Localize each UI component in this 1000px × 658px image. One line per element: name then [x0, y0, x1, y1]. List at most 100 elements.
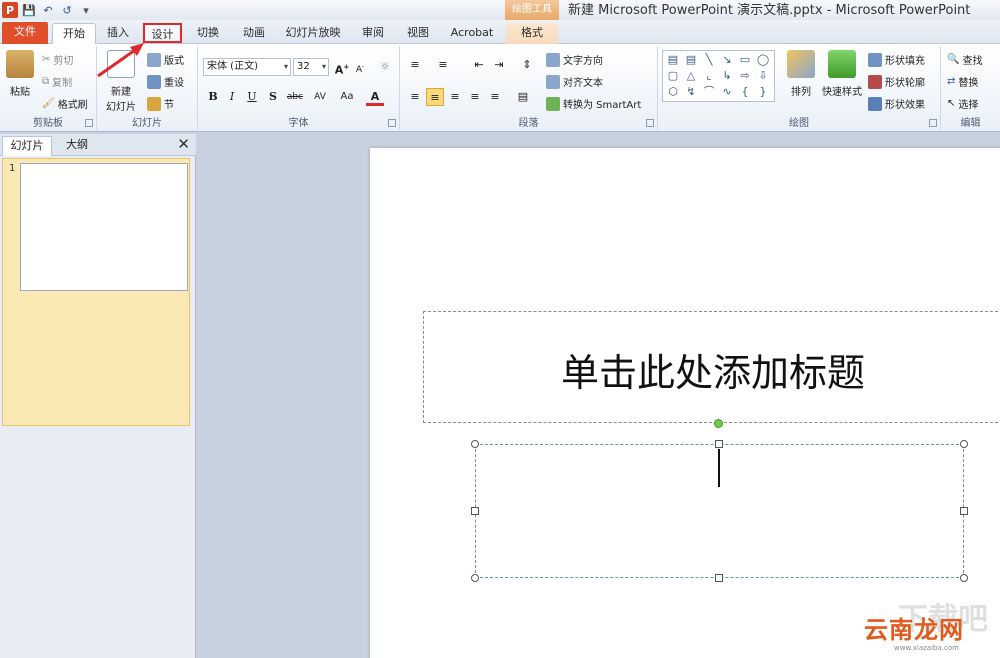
tab-slideshow[interactable]: 幻灯片放映 — [282, 23, 344, 44]
tab-outline[interactable]: 大纲 — [54, 136, 100, 156]
resize-handle-top-left[interactable] — [471, 440, 479, 448]
resize-handle-bottom-right[interactable] — [960, 574, 968, 582]
right-brace-icon[interactable]: } — [755, 85, 771, 99]
customize-qat-icon[interactable]: ▾ — [78, 2, 94, 18]
numbering-icon[interactable]: ≡ — [434, 56, 452, 74]
increase-indent-icon[interactable]: ⇥ — [490, 56, 508, 74]
resize-handle-bottom-left[interactable] — [471, 574, 479, 582]
tab-file[interactable]: 文件 — [2, 22, 48, 44]
shrink-font-icon[interactable]: A- — [351, 58, 369, 76]
triangle-icon[interactable]: △ — [683, 69, 699, 83]
justify-icon[interactable]: ≡ — [466, 88, 484, 106]
align-text-button[interactable]: 对齐文本 — [546, 74, 603, 89]
text-direction-button[interactable]: 文字方向 — [546, 52, 603, 67]
cut-button[interactable]: ✂ 剪切 — [42, 52, 73, 67]
shadow-button[interactable]: S — [264, 88, 282, 106]
left-brace-icon[interactable]: { — [737, 85, 753, 99]
shape-effects-button[interactable]: 形状效果 — [868, 96, 925, 111]
title-placeholder[interactable]: 单击此处添加标题 — [423, 311, 1000, 423]
elbow-connector-icon[interactable]: ⌞ — [701, 69, 717, 83]
find-button[interactable]: 🔍 查找 — [947, 52, 982, 67]
strikethrough-button[interactable]: abc — [284, 88, 306, 106]
align-left-icon[interactable]: ≡ — [406, 88, 424, 106]
bullets-icon[interactable]: ≡ — [406, 56, 424, 74]
font-name-combo[interactable]: 宋体 (正文) ▾ — [203, 58, 291, 76]
tab-view[interactable]: 视图 — [400, 23, 436, 44]
elbow-arrow-icon[interactable]: ↳ — [719, 69, 735, 83]
resize-handle-top-right[interactable] — [960, 440, 968, 448]
undo-icon[interactable]: ↶ — [40, 2, 56, 18]
resize-handle-right[interactable] — [960, 507, 968, 515]
down-arrow-icon[interactable]: ⇩ — [755, 69, 771, 83]
resize-handle-left[interactable] — [471, 507, 479, 515]
copy-label: 复制 — [52, 78, 73, 89]
change-case-button[interactable]: Aa — [336, 88, 358, 106]
tab-slides[interactable]: 幻灯片 — [2, 136, 52, 156]
section-button[interactable]: 节 — [147, 96, 174, 111]
columns-icon[interactable]: ▤ — [514, 88, 532, 106]
grow-font-icon[interactable]: A+ — [333, 58, 351, 77]
bold-button[interactable]: B — [204, 88, 222, 106]
copy-button[interactable]: ⧉ 复制 — [42, 74, 72, 89]
clear-format-icon[interactable]: ☼ — [376, 58, 394, 76]
shape-fill-button[interactable]: 形状填充 — [868, 52, 925, 67]
convert-smartart-button[interactable]: 转换为 SmartArt — [546, 96, 641, 111]
decrease-indent-icon[interactable]: ⇤ — [470, 56, 488, 74]
redo-icon[interactable]: ↺ — [59, 2, 75, 18]
arrange-button[interactable]: 排列 — [784, 50, 818, 98]
paste-button[interactable]: 粘贴 — [6, 50, 34, 98]
tab-design[interactable]: 设计 — [143, 23, 182, 43]
font-size-combo[interactable]: 32 ▾ — [293, 58, 329, 76]
select-button[interactable]: ↖ 选择 — [947, 96, 978, 111]
oval-icon[interactable]: ◯ — [755, 53, 771, 67]
right-arrow-icon[interactable]: ⇨ — [737, 69, 753, 83]
line-icon[interactable]: ╲ — [701, 53, 717, 67]
arc-icon[interactable]: ⌒ — [701, 85, 717, 99]
close-icon[interactable]: ✕ — [177, 135, 190, 153]
clipboard-launcher-icon[interactable] — [85, 119, 93, 127]
resize-handle-top[interactable] — [715, 440, 723, 448]
drawing-launcher-icon[interactable] — [929, 119, 937, 127]
tab-home[interactable]: 开始 — [52, 23, 96, 45]
powerpoint-app-icon[interactable]: P — [2, 2, 18, 18]
resize-handle-bottom[interactable] — [715, 574, 723, 582]
hexagon-icon[interactable]: ⬡ — [665, 85, 681, 99]
shapes-gallery[interactable]: ▤ ▤ ╲ ↘ ▭ ◯ ▢ △ ⌞ ↳ ⇨ ⇩ ⬡ ↯ ⌒ ∿ { } — [662, 50, 775, 102]
format-painter-button[interactable]: 🖌 格式刷 — [42, 96, 88, 111]
reset-button[interactable]: 重设 — [147, 74, 184, 89]
tab-transitions[interactable]: 切换 — [190, 23, 226, 44]
font-launcher-icon[interactable] — [388, 119, 396, 127]
tab-insert[interactable]: 插入 — [100, 23, 136, 44]
italic-button[interactable]: I — [223, 88, 241, 106]
shape-outline-button[interactable]: 形状轮廓 — [868, 74, 925, 89]
tab-acrobat[interactable]: Acrobat — [446, 23, 498, 44]
quick-styles-button[interactable]: 快速样式 — [820, 50, 864, 98]
layout-button[interactable]: 版式 — [147, 52, 184, 67]
save-icon[interactable]: 💾 — [21, 2, 37, 18]
rectangle-icon[interactable]: ▭ — [737, 53, 753, 67]
tab-review[interactable]: 审阅 — [355, 23, 391, 44]
slide-thumbnail-item[interactable]: 1 — [2, 158, 190, 426]
slide-thumbnail[interactable] — [20, 163, 188, 291]
tab-animations[interactable]: 动画 — [236, 23, 272, 44]
line-spacing-icon[interactable]: ⇕ — [518, 56, 536, 74]
curve-icon[interactable]: ∿ — [719, 85, 735, 99]
align-center-icon[interactable]: ≡ — [426, 88, 444, 106]
tab-format[interactable]: 格式 — [506, 23, 558, 44]
subtitle-placeholder[interactable] — [475, 444, 964, 578]
rotation-handle[interactable] — [714, 419, 723, 428]
slide[interactable]: 单击此处添加标题 — [370, 148, 1000, 658]
textbox-icon[interactable]: ▤ — [665, 53, 681, 67]
vertical-textbox-icon[interactable]: ▤ — [683, 53, 699, 67]
replace-button[interactable]: ⇄ 替换 — [947, 74, 978, 89]
align-right-icon[interactable]: ≡ — [446, 88, 464, 106]
paragraph-launcher-icon[interactable] — [646, 119, 654, 127]
lightning-icon[interactable]: ↯ — [683, 85, 699, 99]
rounded-rectangle-icon[interactable]: ▢ — [665, 69, 681, 83]
font-color-button[interactable]: A — [366, 88, 384, 106]
arrow-line-icon[interactable]: ↘ — [719, 53, 735, 67]
distributed-icon[interactable]: ≡ — [486, 88, 504, 106]
new-slide-button[interactable]: 新建 幻灯片 — [101, 50, 141, 113]
character-spacing-button[interactable]: AV — [309, 88, 331, 106]
underline-button[interactable]: U — [243, 88, 261, 106]
